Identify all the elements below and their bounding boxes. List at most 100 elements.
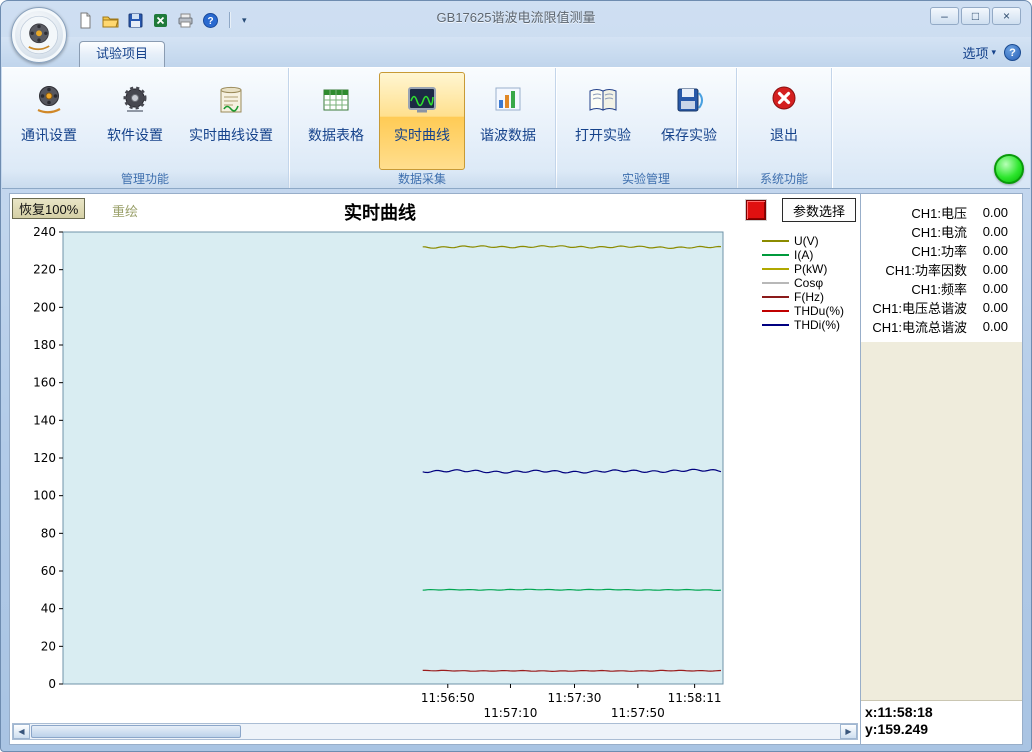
svg-text:80: 80 (41, 526, 56, 540)
ribbon-help-icon[interactable]: ? (1004, 44, 1021, 61)
software-settings-icon (118, 83, 152, 117)
cursor-x-value: x:11:58:18 (865, 704, 1018, 721)
measurement-label: CH1:电压 (911, 203, 967, 222)
legend-label: THDu(%) (794, 304, 844, 318)
legend-swatch (762, 324, 789, 326)
scroll-track[interactable] (30, 724, 840, 739)
measurement-value: 0.00 (976, 300, 1008, 315)
ribbon-button-label: 打开实验 (575, 125, 631, 145)
scroll-thumb[interactable] (31, 725, 241, 738)
ribbon-group-management: 通讯设置 软件设置 实时曲线设置 管理功能 (2, 68, 289, 188)
ribbon-group-label: 管理功能 (2, 171, 288, 188)
redraw-button[interactable]: 重绘 (112, 201, 138, 220)
legend-label: P(kW) (794, 262, 827, 276)
measurement-row: CH1:功率因数 0.00 (861, 260, 1022, 279)
svg-text:220: 220 (33, 263, 56, 277)
svg-text:120: 120 (33, 451, 56, 465)
ribbon-group-data-acquisition: 数据表格 实时曲线 谐波数据 数据采集 (289, 68, 556, 188)
measurement-value: 0.00 (976, 281, 1008, 296)
close-button[interactable]: × (992, 7, 1021, 25)
measurement-row: CH1:电流 0.00 (861, 222, 1022, 241)
chart-svg[interactable]: 02040608010012014016018020022024011:56:5… (16, 224, 746, 726)
legend-label: U(V) (794, 234, 819, 248)
open-experiment-icon (586, 83, 620, 117)
measurement-row: CH1:功率0.00 (861, 241, 1022, 260)
window-controls: – □ × (930, 7, 1021, 25)
exit-button[interactable]: 退出 (741, 72, 827, 170)
ribbon-button-label: 软件设置 (107, 125, 163, 145)
data-table-button[interactable]: 数据表格 (293, 72, 379, 170)
measurement-value: 0.00 (976, 262, 1008, 277)
tab-test-project[interactable]: 试验项目 (79, 41, 165, 67)
panel-spacer (861, 342, 1022, 700)
software-settings-button[interactable]: 软件设置 (92, 72, 178, 170)
ribbon-button-label: 数据表格 (308, 125, 364, 145)
cursor-readout: x:11:58:18 y:159.249 (861, 700, 1022, 744)
restore-zoom-button[interactable]: 恢复100% (12, 198, 85, 219)
scroll-left-icon[interactable]: ◀ (13, 724, 30, 739)
measurement-value: 0.00 (976, 319, 1008, 334)
app-menu-orb[interactable] (11, 7, 67, 63)
realtime-curve-button[interactable]: 实时曲线 (379, 72, 465, 170)
legend-item: Cosφ (762, 276, 844, 289)
legend-label: THDi(%) (794, 318, 840, 332)
maximize-button[interactable]: □ (961, 7, 990, 25)
harmonic-data-button[interactable]: 谐波数据 (465, 72, 551, 170)
title-bar: ? ▾ GB17625谐波电流限值测量 – □ × (1, 1, 1031, 37)
svg-text:240: 240 (33, 225, 56, 239)
parameter-select-button[interactable]: 参数选择 (782, 198, 856, 222)
measurement-row: CH1:频率 0.00 (861, 279, 1022, 298)
svg-text:160: 160 (33, 376, 56, 390)
svg-text:60: 60 (41, 564, 56, 578)
svg-text:100: 100 (33, 489, 56, 503)
measurement-row: CH1:电压0.00 (861, 203, 1022, 222)
chevron-down-icon: ▾ (991, 47, 996, 58)
legend-item: THDu(%) (762, 304, 844, 317)
save-experiment-icon (672, 83, 706, 117)
legend-label: I(A) (794, 248, 813, 262)
legend-item: THDi(%) (762, 318, 844, 331)
main-content: 实时曲线 恢复100% 重绘 参数选择 02040608010012014016… (9, 193, 1023, 745)
legend-swatch (762, 268, 789, 270)
data-table-icon (319, 83, 353, 117)
ribbon-button-label: 谐波数据 (480, 125, 536, 145)
measurement-value: 0.00 (976, 224, 1008, 239)
measurement-label: CH1:电流总谐波 (872, 317, 967, 336)
svg-text:20: 20 (41, 639, 56, 653)
ribbon-group-experiment: 打开实验 保存实验 实验管理 (556, 68, 737, 188)
svg-text:180: 180 (33, 338, 56, 352)
curve-settings-button[interactable]: 实时曲线设置 (178, 72, 284, 170)
measurement-label: CH1:功率因数 (885, 260, 967, 279)
ribbon-button-label: 退出 (770, 125, 798, 145)
minimize-button[interactable]: – (930, 7, 959, 25)
horizontal-scrollbar[interactable]: ◀ ▶ (12, 723, 858, 740)
ribbon-button-label: 通讯设置 (21, 125, 77, 145)
legend-swatch (762, 254, 789, 256)
measurement-label: CH1:功率 (911, 241, 967, 260)
legend-item: P(kW) (762, 262, 844, 275)
svg-text:11:56:50: 11:56:50 (421, 691, 475, 705)
save-experiment-button[interactable]: 保存实验 (646, 72, 732, 170)
svg-text:11:57:50: 11:57:50 (611, 706, 665, 720)
options-button[interactable]: 选项 ▾ (962, 43, 996, 62)
open-experiment-button[interactable]: 打开实验 (560, 72, 646, 170)
stop-record-button[interactable] (746, 200, 766, 220)
svg-text:40: 40 (41, 602, 56, 616)
comm-settings-button[interactable]: 通讯设置 (6, 72, 92, 170)
measurement-row: CH1:电流总谐波 0.00 (861, 317, 1022, 336)
svg-text:0: 0 (48, 677, 56, 691)
options-label: 选项 (962, 43, 988, 62)
scroll-right-icon[interactable]: ▶ (840, 724, 857, 739)
comm-settings-icon (32, 83, 66, 117)
app-window: ? ▾ GB17625谐波电流限值测量 – □ × 试验项目 选项 ▾ ? (0, 0, 1032, 752)
svg-text:11:57:10: 11:57:10 (484, 706, 538, 720)
ribbon-group-label: 实验管理 (556, 171, 736, 188)
legend-item: I(A) (762, 248, 844, 261)
measurement-rows: CH1:电压0.00CH1:电流0.00CH1:功率0.00CH1:功率因数0.… (861, 194, 1022, 342)
status-indicator-light (994, 154, 1024, 184)
measurement-label: CH1:频率 (911, 279, 967, 298)
measurement-label: CH1:电流 (911, 222, 967, 241)
legend-swatch (762, 282, 789, 284)
legend: U(V)I(A)P(kW)CosφF(Hz)THDu(%)THDi(%) (762, 234, 844, 331)
ribbon-button-label: 实时曲线设置 (189, 125, 273, 145)
